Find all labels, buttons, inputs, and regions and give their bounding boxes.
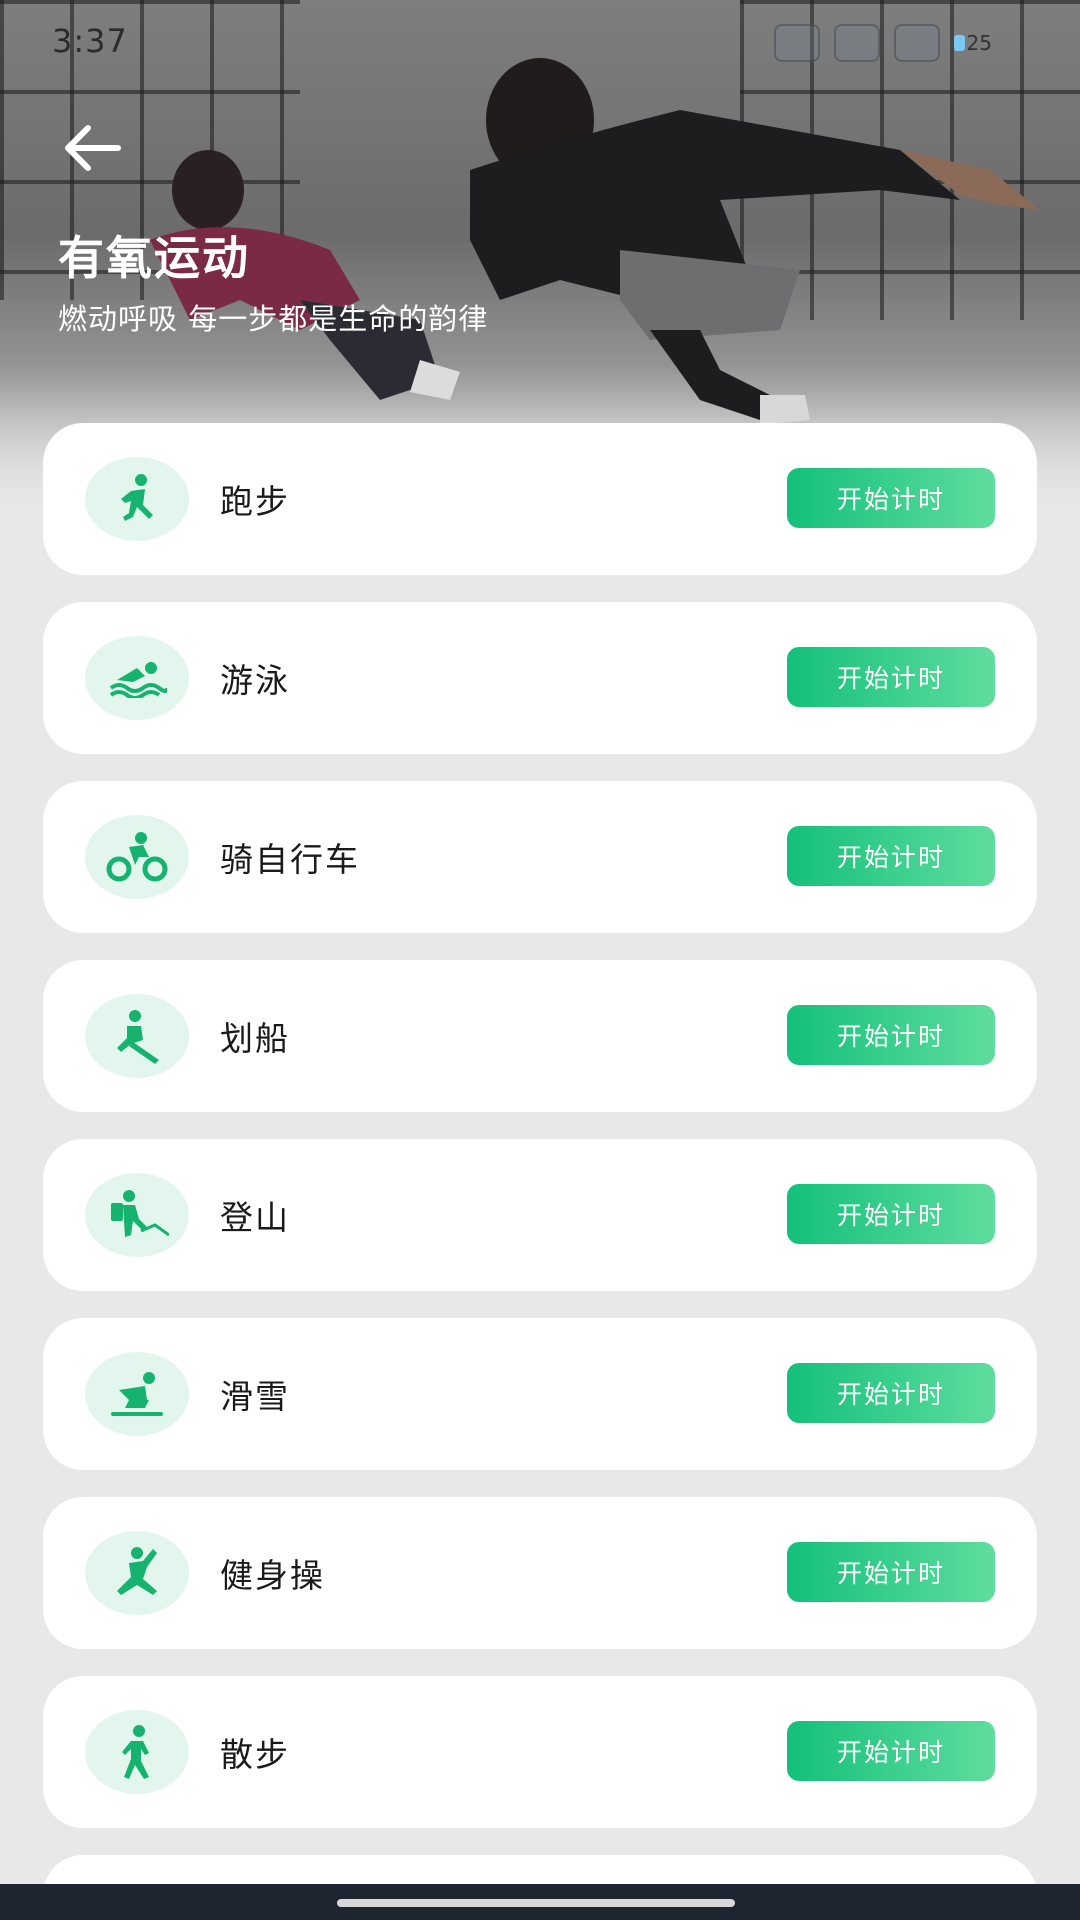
activity-card-swimming: 游泳 开始计时 bbox=[43, 602, 1037, 754]
page-subtitle: 燃动呼吸 每一步都是生命的韵律 bbox=[58, 302, 489, 336]
app-notification-icon bbox=[773, 24, 820, 62]
rowing-icon bbox=[85, 994, 189, 1078]
app-notification-icon bbox=[833, 24, 880, 62]
home-indicator[interactable] bbox=[337, 1899, 735, 1907]
start-timer-button[interactable]: 开始计时 bbox=[787, 1005, 995, 1065]
status-bar: 3:37 25 bbox=[0, 0, 1080, 84]
app-notification-icon bbox=[893, 24, 940, 62]
walking-icon bbox=[85, 1710, 189, 1794]
activity-label: 健身操 bbox=[220, 1556, 325, 1595]
start-timer-button[interactable]: 开始计时 bbox=[787, 1721, 995, 1781]
activity-card-walking: 散步 开始计时 bbox=[43, 1676, 1037, 1828]
running-icon bbox=[85, 457, 189, 541]
status-time: 3:37 bbox=[52, 22, 128, 60]
activity-card-hiking: 登山 开始计时 bbox=[43, 1139, 1037, 1291]
cycling-icon bbox=[85, 815, 189, 899]
start-timer-button[interactable]: 开始计时 bbox=[787, 1542, 995, 1602]
activity-card-aerobics: 健身操 开始计时 bbox=[43, 1497, 1037, 1649]
battery-level: 25 bbox=[966, 31, 992, 55]
aerobics-icon bbox=[85, 1531, 189, 1615]
activity-label: 骑自行车 bbox=[220, 840, 360, 879]
battery-indicator: 25 bbox=[953, 31, 992, 55]
activity-list: 跑步 开始计时 游泳 开始计时 骑自行车 开始计时 划船 开始计时 登山 开始计… bbox=[43, 423, 1037, 1915]
activity-label: 游泳 bbox=[220, 661, 290, 700]
activity-card-running: 跑步 开始计时 bbox=[43, 423, 1037, 575]
activity-label: 散步 bbox=[220, 1735, 290, 1774]
skiing-icon bbox=[85, 1352, 189, 1436]
page-title: 有氧运动 bbox=[58, 231, 250, 285]
start-timer-button[interactable]: 开始计时 bbox=[787, 468, 995, 528]
battery-icon bbox=[953, 35, 965, 51]
hiking-icon bbox=[85, 1173, 189, 1257]
status-icons: 25 bbox=[773, 24, 992, 62]
back-button[interactable] bbox=[58, 118, 128, 178]
start-timer-button[interactable]: 开始计时 bbox=[787, 1184, 995, 1244]
start-timer-button[interactable]: 开始计时 bbox=[787, 647, 995, 707]
start-timer-button[interactable]: 开始计时 bbox=[787, 826, 995, 886]
activity-label: 跑步 bbox=[220, 482, 290, 521]
activity-card-cycling: 骑自行车 开始计时 bbox=[43, 781, 1037, 933]
activity-label: 滑雪 bbox=[220, 1377, 290, 1416]
start-timer-button[interactable]: 开始计时 bbox=[787, 1363, 995, 1423]
activity-card-skiing: 滑雪 开始计时 bbox=[43, 1318, 1037, 1470]
arrow-left-icon bbox=[65, 125, 121, 171]
system-navigation-bar bbox=[0, 1884, 1080, 1920]
activity-card-rowing: 划船 开始计时 bbox=[43, 960, 1037, 1112]
activity-label: 登山 bbox=[220, 1198, 290, 1237]
activity-label: 划船 bbox=[220, 1019, 290, 1058]
swimming-icon bbox=[85, 636, 189, 720]
